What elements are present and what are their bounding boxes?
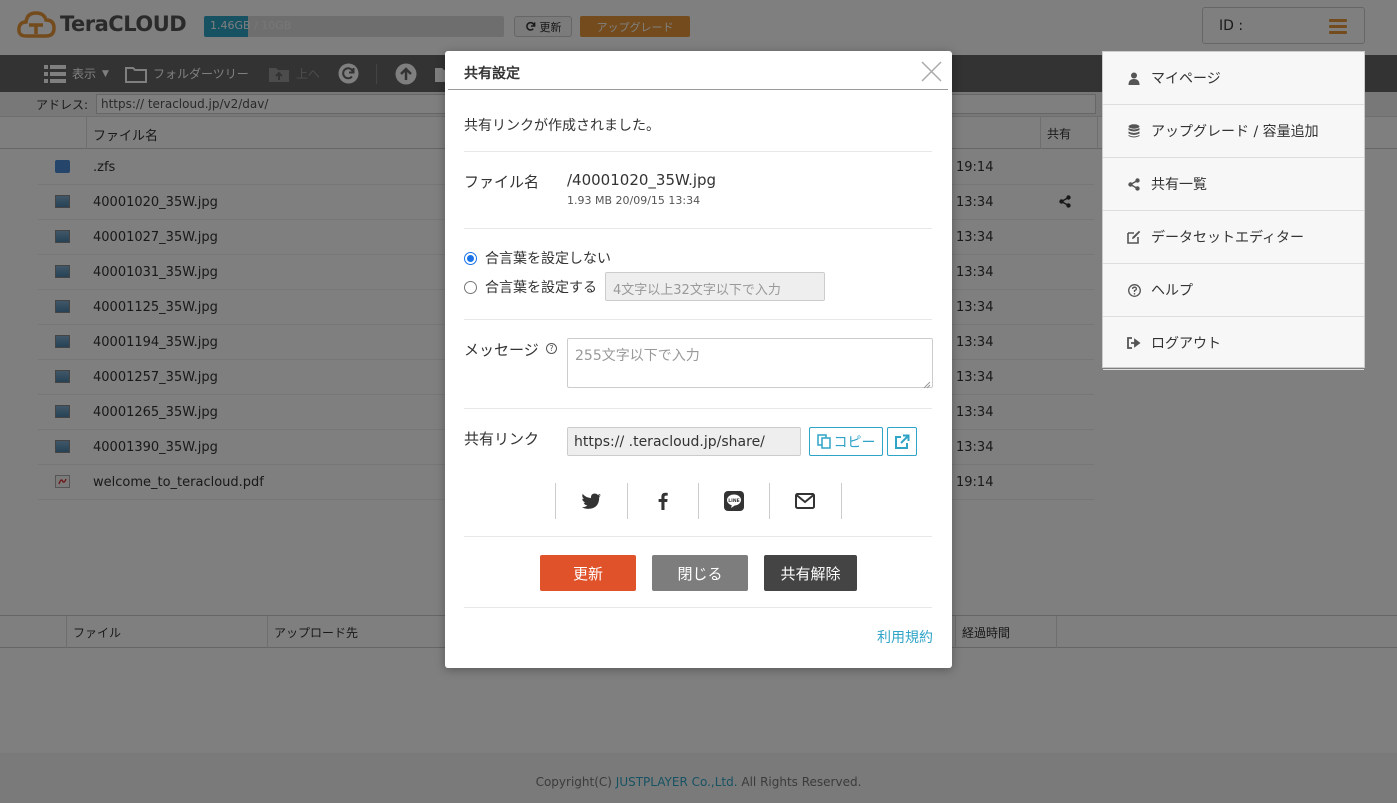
menu-label-upgrade: アップグレード / 容量追加 xyxy=(1151,124,1319,140)
user-icon xyxy=(1127,71,1141,85)
twitter-icon xyxy=(581,493,601,509)
radio-set-password[interactable] xyxy=(464,281,477,294)
resize-handle-icon[interactable] xyxy=(923,378,931,389)
terms-link[interactable]: 利用規約 xyxy=(877,627,933,647)
menu-item-upgrade[interactable]: アップグレード / 容量追加 xyxy=(1103,105,1364,158)
facebook-share-button[interactable] xyxy=(627,483,698,519)
share-link-label: 共有リンク xyxy=(464,430,540,448)
shared-file-meta: 1.93 MB 20/09/15 13:34 xyxy=(567,194,701,207)
menu-item-share-list[interactable]: 共有一覧 xyxy=(1103,158,1364,211)
menu-label-dataset-editor: データセットエディター xyxy=(1151,230,1305,246)
close-button[interactable]: 閉じる xyxy=(652,555,748,591)
share-settings-dialog: 共有設定 共有リンクが作成されました。 ファイル名 /40001020_35W.… xyxy=(445,51,952,668)
copy-icon xyxy=(816,434,831,449)
shared-file-name: /40001020_35W.jpg xyxy=(567,171,717,189)
copy-button[interactable]: コピー xyxy=(809,427,883,456)
radio-set-password-label[interactable]: 合言葉を設定する xyxy=(485,277,597,297)
menu-label-logout: ログアウト xyxy=(1151,336,1221,352)
envelope-icon xyxy=(794,493,815,509)
copy-label: コピー xyxy=(833,434,876,451)
message-textarea[interactable]: 255文字以下で入力 xyxy=(567,338,933,388)
title-divider xyxy=(448,89,948,90)
open-link-button[interactable] xyxy=(887,427,917,456)
question-icon xyxy=(1127,283,1141,297)
line-icon: LINE xyxy=(723,491,744,511)
share-link-field[interactable]: https:// .teracloud.jp/share/ xyxy=(567,427,801,456)
created-message: 共有リンクが作成されました。 xyxy=(464,118,660,134)
email-share-button[interactable] xyxy=(769,483,840,519)
update-button[interactable]: 更新 xyxy=(540,555,636,591)
twitter-share-button[interactable] xyxy=(556,483,627,519)
edit-icon xyxy=(1127,230,1141,244)
external-link-icon xyxy=(895,434,910,449)
line-share-button[interactable]: LINE xyxy=(698,483,769,519)
share-icon xyxy=(1127,177,1141,191)
menu-item-dataset-editor[interactable]: データセットエディター xyxy=(1103,211,1364,264)
unshare-button[interactable]: 共有解除 xyxy=(764,555,857,591)
database-icon xyxy=(1127,124,1141,138)
close-icon[interactable] xyxy=(921,61,942,82)
sign-out-icon xyxy=(1127,336,1141,350)
password-input[interactable]: 4文字以上32文字以下で入力 xyxy=(605,272,825,301)
message-label: メッセージ xyxy=(464,341,539,359)
radio-no-password-label[interactable]: 合言葉を設定しない xyxy=(485,248,611,268)
help-icon[interactable]: ? xyxy=(546,343,557,354)
facebook-icon xyxy=(658,492,668,510)
radio-no-password[interactable] xyxy=(464,252,477,265)
dialog-title: 共有設定 xyxy=(464,66,520,82)
menu-label-mypage: マイページ xyxy=(1151,71,1221,87)
menu-label-help: ヘルプ xyxy=(1151,283,1193,299)
account-dropdown-menu: マイページ アップグレード / 容量追加 共有一覧 データセットエディター ヘル… xyxy=(1102,51,1365,370)
menu-item-help[interactable]: ヘルプ xyxy=(1103,264,1364,317)
svg-text:LINE: LINE xyxy=(728,498,739,504)
file-name-label: ファイル名 xyxy=(464,173,540,191)
menu-item-logout[interactable]: ログアウト xyxy=(1103,317,1364,370)
menu-label-share-list: 共有一覧 xyxy=(1151,177,1207,193)
menu-item-mypage[interactable]: マイページ xyxy=(1103,52,1364,105)
